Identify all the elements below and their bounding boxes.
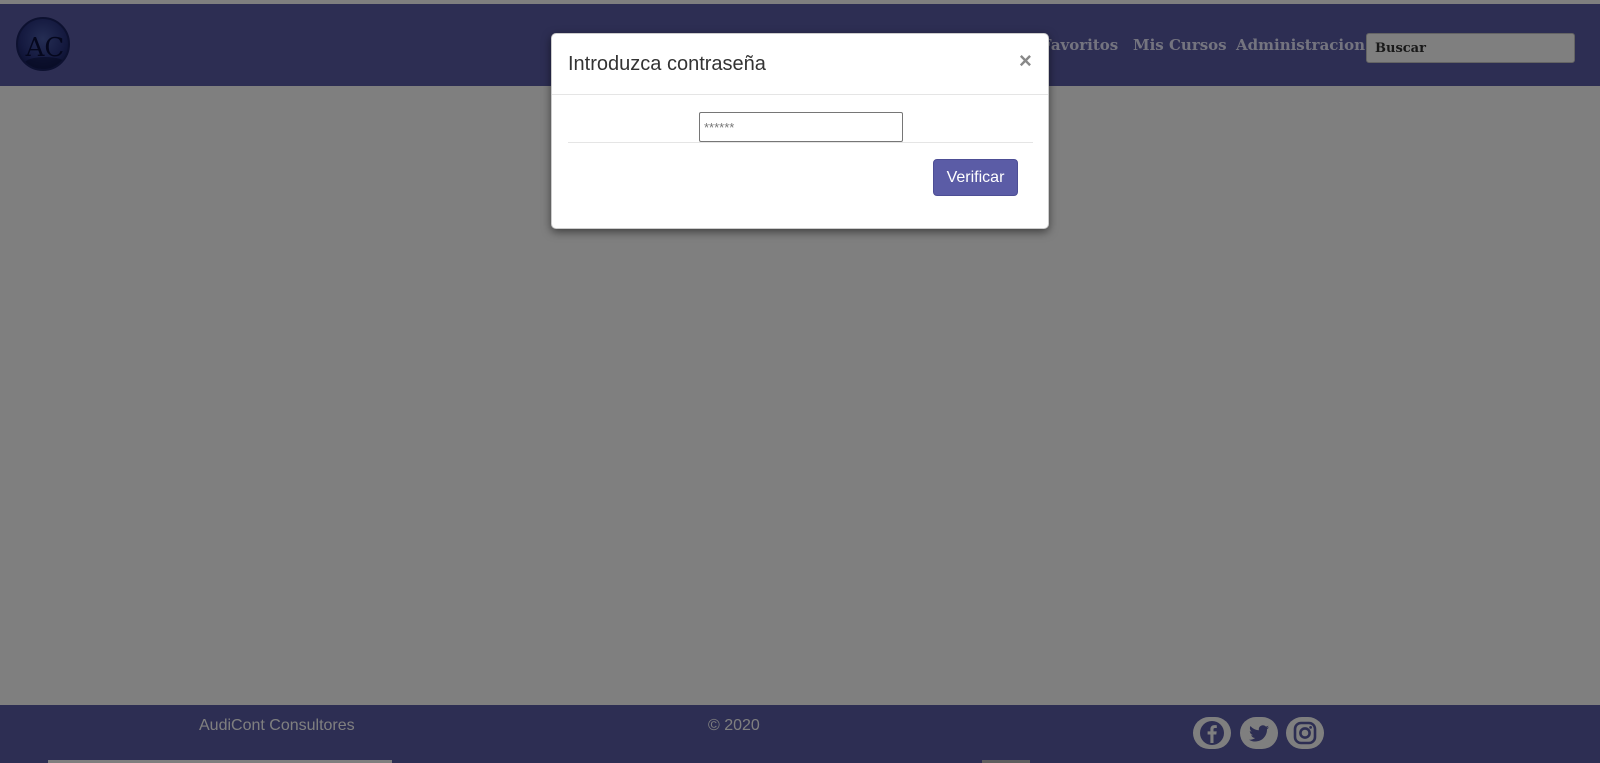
dialog-title: Introduzca contraseña <box>568 53 766 75</box>
verify-button[interactable]: Verificar <box>933 159 1018 196</box>
close-icon[interactable]: × <box>1019 50 1032 72</box>
dialog-header: Introduzca contraseña × <box>552 34 1048 95</box>
password-field[interactable] <box>699 112 903 142</box>
password-dialog: Introduzca contraseña × Verificar <box>551 33 1049 229</box>
dialog-divider <box>568 142 1033 143</box>
